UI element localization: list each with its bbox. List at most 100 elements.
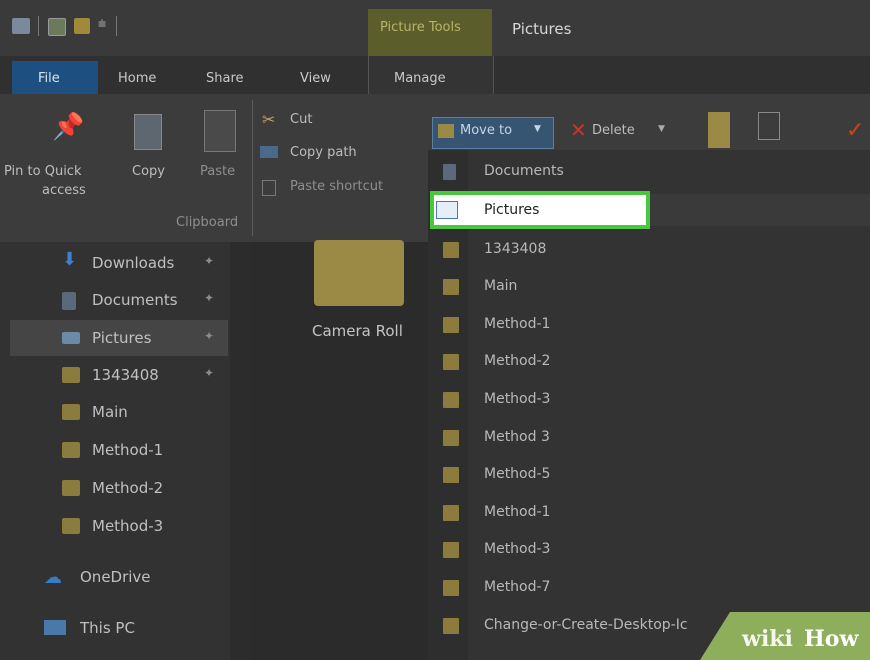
select-all-icon[interactable]: ✓ — [846, 118, 864, 143]
menu-item-folder[interactable]: Method-3 — [428, 532, 870, 568]
menu-item-folder[interactable]: Method 3 — [428, 420, 870, 456]
move-to-icon — [438, 124, 454, 138]
nav-item-label: Method-2 — [92, 479, 164, 497]
nav-item-pictures[interactable]: Pictures ✦ — [0, 320, 230, 356]
tab-view[interactable]: View — [300, 71, 331, 86]
nav-item-this-pc[interactable]: This PC — [0, 610, 230, 646]
properties-icon[interactable] — [48, 18, 66, 36]
menu-item-label: 1343408 — [484, 241, 547, 257]
camera-roll-folder-icon[interactable] — [314, 240, 404, 306]
nav-item-method-2[interactable]: Method-2 — [0, 470, 230, 506]
menu-item-label: Method-5 — [484, 466, 551, 482]
nav-item-main[interactable]: Main — [0, 394, 230, 430]
pin-to-quick-access-button[interactable]: Pin to Quick — [4, 164, 81, 179]
menu-item-documents[interactable]: Documents — [428, 154, 870, 190]
computer-icon — [44, 620, 66, 635]
menu-item-folder[interactable]: Method-7 — [428, 570, 870, 606]
new-folder-icon[interactable] — [74, 18, 90, 34]
cloud-icon: ☁ — [44, 567, 62, 588]
menu-item-folder[interactable]: Main — [428, 269, 870, 305]
menu-item-row-hover — [650, 194, 870, 226]
nav-item-downloads[interactable]: ⬇ Downloads ✦ — [0, 245, 230, 281]
menu-item-folder[interactable]: Method-5 — [428, 457, 870, 493]
menu-item-label: Change-or-Create-Desktop-Ic — [484, 617, 688, 633]
nav-item-1343408[interactable]: 1343408 ✦ — [0, 357, 230, 393]
menu-item-label: Method-3 — [484, 541, 551, 557]
folder-icon — [62, 480, 80, 496]
pin-icon[interactable]: ✦ — [204, 366, 214, 380]
documents-icon — [62, 292, 76, 310]
tab-share[interactable]: Share — [206, 71, 244, 86]
pin-icon[interactable]: ✦ — [204, 254, 214, 268]
menu-item-label: Documents — [484, 163, 564, 179]
tab-home[interactable]: Home — [118, 71, 156, 86]
folder-icon — [443, 279, 459, 295]
folder-icon — [443, 467, 459, 483]
menu-item-label: Method-3 — [484, 391, 551, 407]
pin-icon[interactable]: ✦ — [204, 291, 214, 305]
paste-button[interactable]: Paste — [200, 164, 235, 179]
menu-item-label: Method-1 — [484, 316, 551, 332]
copy-button[interactable]: Copy — [132, 164, 165, 179]
nav-scrollbar[interactable] — [230, 242, 252, 660]
folder-icon — [443, 580, 459, 596]
menu-item-label: Method-1 — [484, 504, 551, 520]
folder-icon — [443, 505, 459, 521]
copy-icon — [134, 114, 162, 150]
paste-shortcut-icon — [262, 180, 276, 196]
wikihow-wiki-text: wiki — [742, 626, 793, 652]
folder-icon — [443, 242, 459, 258]
nav-item-onedrive[interactable]: ☁ OneDrive — [0, 559, 230, 595]
delete-button[interactable]: Delete — [592, 123, 635, 138]
nav-item-label: Downloads — [92, 254, 175, 272]
delete-icon: ✕ — [570, 118, 587, 142]
pictures-icon — [436, 201, 458, 219]
nav-item-method-3[interactable]: Method-3 — [0, 508, 230, 544]
new-item-icon[interactable] — [758, 112, 780, 140]
folder-icon — [62, 367, 80, 383]
menu-item-pictures-label: Pictures — [484, 202, 540, 218]
nav-item-label: Pictures — [92, 329, 152, 347]
ribbon-group-divider — [252, 100, 253, 236]
menu-item-label: Method 3 — [484, 429, 550, 445]
window-icon — [12, 18, 30, 34]
chevron-down-icon: ▼ — [658, 124, 665, 134]
nav-item-label: Method-1 — [92, 441, 164, 459]
qat-separator — [38, 16, 39, 36]
menu-item-label: Method-7 — [484, 579, 551, 595]
menu-item-folder[interactable]: Method-3 — [428, 382, 870, 418]
menu-item-pictures[interactable] — [430, 191, 650, 229]
camera-roll-label[interactable]: Camera Roll — [312, 322, 403, 340]
qat-separator — [116, 16, 117, 36]
copy-path-button[interactable]: Copy path — [290, 145, 357, 160]
menu-item-folder[interactable]: 1343408 — [428, 232, 870, 268]
pictures-icon — [62, 332, 80, 344]
folder-icon — [443, 618, 459, 634]
menu-item-folder[interactable]: Method-2 — [428, 344, 870, 380]
folder-icon — [443, 542, 459, 558]
nav-item-documents[interactable]: Documents ✦ — [0, 282, 230, 318]
nav-item-label: Main — [92, 403, 128, 421]
pin-to-quick-access-label2: access — [42, 183, 86, 198]
cut-button[interactable]: Cut — [290, 112, 312, 127]
chevron-down-icon: ▼ — [534, 124, 541, 134]
tab-manage-label: Manage — [394, 71, 446, 86]
new-folder-icon[interactable] — [708, 112, 730, 148]
scissors-icon: ✂ — [262, 110, 276, 129]
clipboard-group-label: Clipboard — [176, 215, 239, 230]
documents-icon — [443, 164, 456, 180]
folder-icon — [62, 518, 80, 534]
paste-shortcut-button[interactable]: Paste shortcut — [290, 179, 383, 194]
folder-icon — [62, 404, 80, 420]
pin-icon: 📌 — [52, 112, 85, 142]
nav-item-label: OneDrive — [80, 568, 151, 586]
copy-path-icon — [260, 146, 278, 158]
nav-item-label: This PC — [80, 619, 135, 637]
qat-dropdown-icon[interactable]: ⩧ — [98, 16, 106, 32]
nav-item-label: 1343408 — [92, 366, 159, 384]
tab-file-label: File — [38, 71, 60, 86]
nav-item-method-1[interactable]: Method-1 — [0, 432, 230, 468]
pin-icon[interactable]: ✦ — [204, 329, 214, 343]
menu-item-folder[interactable]: Method-1 — [428, 495, 870, 531]
menu-item-folder[interactable]: Method-1 — [428, 307, 870, 343]
